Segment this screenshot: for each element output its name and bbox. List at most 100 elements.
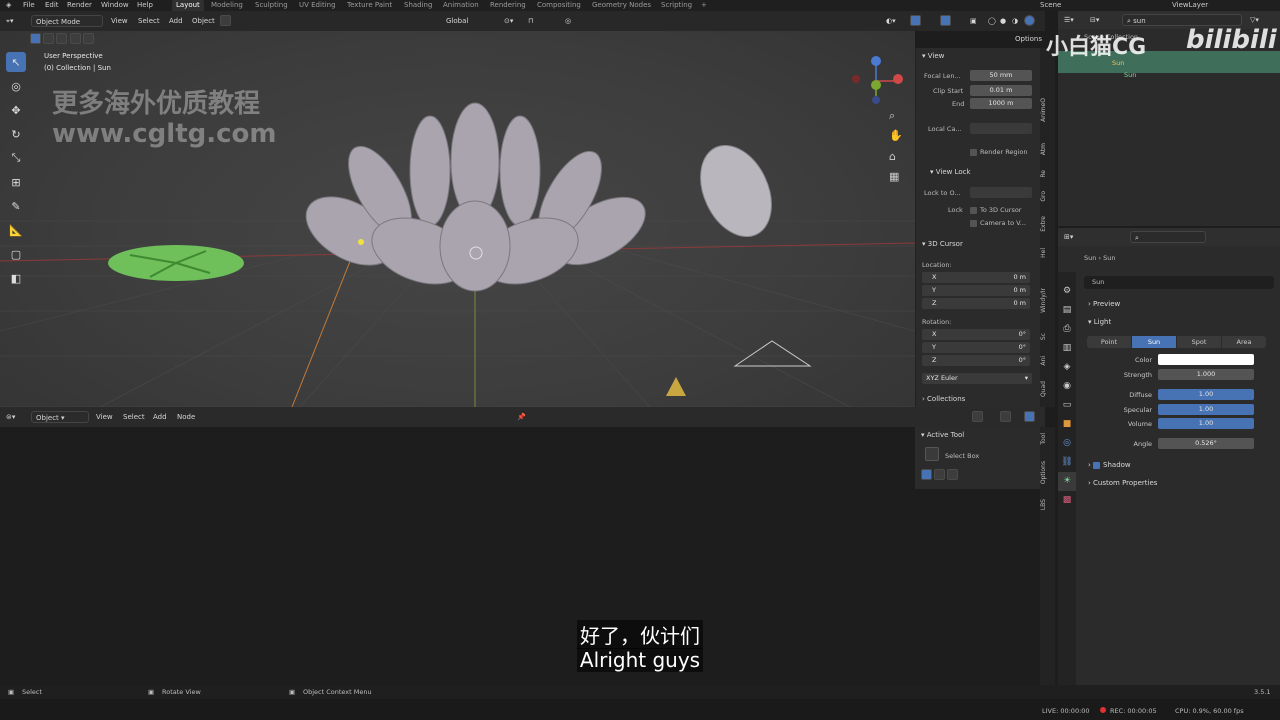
- rotate-tool-icon[interactable]: ↻: [6, 124, 26, 144]
- render-region-checkbox[interactable]: Render Region: [970, 148, 1027, 156]
- outliner-item-sun-data[interactable]: Sun: [1124, 71, 1136, 79]
- transform-tool-icon[interactable]: ⊞: [6, 172, 26, 192]
- ne-menu-node[interactable]: Node: [177, 411, 195, 423]
- light-data-tab-icon[interactable]: ☀: [1058, 472, 1076, 491]
- light-type-spot[interactable]: Spot: [1177, 336, 1221, 348]
- light-color-swatch[interactable]: [1158, 354, 1254, 365]
- menu-edit[interactable]: Edit: [45, 0, 59, 11]
- tab-geometry-nodes[interactable]: Geometry Nodes: [592, 0, 651, 11]
- select-new-icon[interactable]: [30, 33, 41, 44]
- xray-icon[interactable]: ▣: [970, 15, 977, 27]
- select-subtract-icon[interactable]: [56, 33, 68, 44]
- navigation-gizmo[interactable]: [846, 51, 906, 113]
- select-invert-icon[interactable]: [69, 33, 81, 44]
- properties-search-input[interactable]: ⌕: [1130, 231, 1206, 243]
- scene-tab-icon[interactable]: ◈: [1058, 358, 1076, 377]
- ne-snap-icon[interactable]: [972, 411, 983, 423]
- menu-window[interactable]: Window: [101, 0, 129, 11]
- tab-windy[interactable]: Windy/Ir: [1040, 288, 1055, 313]
- menu-view[interactable]: View: [111, 15, 128, 27]
- render-tab-icon[interactable]: ▤: [1058, 301, 1076, 320]
- tab-tool[interactable]: Tool: [1040, 433, 1055, 445]
- snapping-icon[interactable]: [220, 15, 231, 27]
- move-tool-icon[interactable]: ✥: [6, 100, 26, 120]
- zoom-icon[interactable]: ⌕: [889, 109, 895, 123]
- specular-field[interactable]: 1.00: [1158, 404, 1254, 415]
- volume-field[interactable]: 1.00: [1158, 418, 1254, 429]
- collections-header[interactable]: › Collections: [922, 395, 965, 403]
- pan-hand-icon[interactable]: ✋: [889, 129, 903, 142]
- pivot-icon[interactable]: ⊙▾: [504, 15, 513, 27]
- shadow-panel-header[interactable]: › Shadow: [1088, 461, 1131, 469]
- menu-add[interactable]: Add: [169, 15, 183, 27]
- custom-properties-header[interactable]: › Custom Properties: [1088, 479, 1157, 487]
- camera-to-view-checkbox[interactable]: Camera to V...: [970, 219, 1026, 227]
- ne-select-extend-icon[interactable]: [934, 469, 946, 480]
- add-cube-tool-icon[interactable]: ▢: [6, 244, 26, 264]
- cursor-rot-x[interactable]: X 0°: [922, 329, 1030, 340]
- ne-select-new-icon[interactable]: [921, 469, 932, 480]
- tab-rendering[interactable]: Rendering: [490, 0, 526, 11]
- focal-length-field[interactable]: 50 mm: [970, 70, 1032, 81]
- select-intersect-icon[interactable]: [82, 33, 94, 44]
- ne-menu-select[interactable]: Select: [123, 411, 145, 423]
- lock-to-object-field[interactable]: [970, 187, 1032, 198]
- cursor-rot-z[interactable]: Z 0°: [922, 355, 1030, 366]
- tool-tab-icon[interactable]: ⚙: [1058, 282, 1076, 301]
- diffuse-field[interactable]: 1.00: [1158, 389, 1254, 400]
- tab-hel[interactable]: Hel: [1040, 248, 1055, 258]
- select-box-tool-icon[interactable]: ↖: [6, 52, 26, 72]
- tab-shading[interactable]: Shading: [404, 0, 432, 11]
- extra-tool-icon[interactable]: ◧: [6, 268, 26, 288]
- annotate-tool-icon[interactable]: ✎: [6, 196, 26, 216]
- menu-render[interactable]: Render: [67, 0, 92, 11]
- texture-tab-icon[interactable]: ▩: [1058, 491, 1076, 510]
- shading-material-icon[interactable]: ◑: [1012, 15, 1018, 27]
- cursor-loc-z[interactable]: Z0 m: [922, 298, 1030, 309]
- snap-magnet-icon[interactable]: ⊓: [528, 15, 533, 27]
- transform-orientation-dropdown[interactable]: Global: [446, 15, 468, 27]
- select-box-icon[interactable]: [925, 447, 939, 461]
- tab-layout[interactable]: Layout: [172, 0, 204, 11]
- scale-tool-icon[interactable]: ⤡: [6, 148, 26, 168]
- tab-texture-paint[interactable]: Texture Paint: [347, 0, 392, 11]
- physics-tab-icon[interactable]: ◎: [1058, 434, 1076, 453]
- constraints-tab-icon[interactable]: ⛓: [1058, 453, 1076, 472]
- preview-panel-header[interactable]: › Preview: [1088, 300, 1120, 308]
- tab-modeling[interactable]: Modeling: [211, 0, 243, 11]
- tab-animeo[interactable]: AnimeO: [1040, 98, 1055, 122]
- tab-lbs[interactable]: LBS: [1040, 499, 1055, 510]
- active-tool-header[interactable]: ▾ Active Tool: [921, 431, 964, 439]
- object-mode-dropdown[interactable]: Object Mode: [31, 15, 103, 27]
- gizmo-toggle-icon[interactable]: [910, 15, 921, 27]
- to-3d-cursor-checkbox[interactable]: To 3D Cursor: [970, 206, 1021, 214]
- tab-quad[interactable]: Quad: [1040, 381, 1055, 397]
- object-tab-icon[interactable]: ■: [1058, 415, 1076, 434]
- local-camera-field[interactable]: [970, 123, 1032, 134]
- ne-menu-view[interactable]: View: [96, 411, 113, 423]
- view-layer-selector[interactable]: ViewLayer: [1172, 0, 1208, 11]
- tab-scripting[interactable]: Scripting: [661, 0, 692, 11]
- 3d-cursor-header[interactable]: ▾ 3D Cursor: [922, 240, 963, 248]
- clip-end-field[interactable]: 1000 m: [970, 98, 1032, 109]
- overlay-toggle-icon[interactable]: [940, 15, 951, 27]
- rotation-mode-dropdown[interactable]: XYZ Euler ▾: [922, 373, 1032, 384]
- ne-overlay-icon[interactable]: [1000, 411, 1011, 423]
- camera-view-icon[interactable]: ⌂: [889, 150, 896, 163]
- ne-menu-add[interactable]: Add: [153, 411, 167, 423]
- tab-extre[interactable]: Extre: [1040, 216, 1055, 232]
- cursor-loc-x[interactable]: X0 m: [922, 272, 1030, 283]
- outliner-editor-icon[interactable]: ☰▾: [1064, 14, 1074, 26]
- pin-icon[interactable]: 📌: [517, 411, 526, 423]
- light-type-area[interactable]: Area: [1222, 336, 1266, 348]
- light-type-point[interactable]: Point: [1087, 336, 1131, 348]
- shader-type-dropdown[interactable]: Object ▾: [31, 411, 89, 423]
- menu-object[interactable]: Object: [192, 15, 215, 27]
- shading-wireframe-icon[interactable]: ◯: [988, 15, 996, 27]
- measure-tool-icon[interactable]: 📐: [6, 220, 26, 240]
- tab-gro[interactable]: Gro: [1040, 191, 1055, 202]
- collection-tab-icon[interactable]: ▭: [1058, 396, 1076, 415]
- menu-file[interactable]: File: [23, 0, 35, 11]
- angle-field[interactable]: 0.526°: [1158, 438, 1254, 449]
- strength-field[interactable]: 1.000: [1158, 369, 1254, 380]
